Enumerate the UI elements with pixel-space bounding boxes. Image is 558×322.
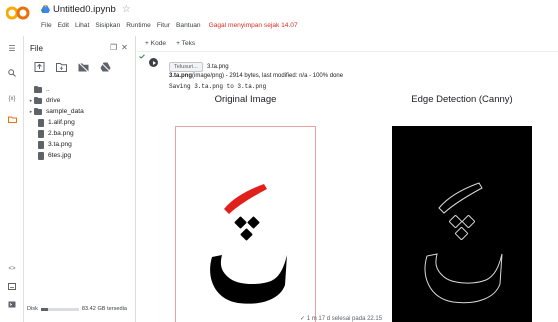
add-text-button[interactable]: + Teks bbox=[176, 40, 195, 47]
original-image bbox=[175, 126, 316, 322]
dot-right bbox=[247, 216, 260, 229]
menu-sisipkan[interactable]: Sisipkan bbox=[95, 22, 120, 29]
edge-outline-image bbox=[424, 182, 503, 304]
close-icon[interactable]: ✕ bbox=[121, 43, 128, 52]
file-tree: .. ▸ drive ▸ sample_data 1.alif.png 2.ba… bbox=[28, 84, 84, 161]
notebook-title-row: Untitled0.ipynb ☆ bbox=[41, 3, 131, 15]
execution-status-text: ✓ 1 m 17 d selesai pada 22.15 bbox=[300, 316, 383, 322]
tree-item-file[interactable]: 6tes.jpg bbox=[28, 150, 84, 161]
tree-item-label: 3.ta.png bbox=[48, 141, 72, 148]
app-header: Untitled0.ipynb ☆ File Edit Lihat Sisipk… bbox=[0, 0, 558, 36]
browse-button[interactable]: Telusuri... bbox=[169, 62, 203, 72]
variables-icon[interactable]: {x} bbox=[6, 93, 18, 105]
tree-item-parent[interactable]: .. bbox=[28, 84, 84, 95]
file-icon bbox=[38, 151, 44, 160]
letter-body bbox=[210, 255, 287, 304]
tree-item-label: sample_data bbox=[46, 108, 84, 115]
edge-letter-body bbox=[424, 253, 503, 304]
menu-fitur[interactable]: Fitur bbox=[157, 22, 170, 29]
folder-icon[interactable] bbox=[6, 113, 18, 125]
code-icon[interactable]: <> bbox=[6, 263, 18, 275]
files-toolbar bbox=[34, 62, 111, 72]
code-cell: Telusuri... 3.ta.png 3.ta.png(image/png)… bbox=[137, 54, 558, 322]
terminal-icon[interactable] bbox=[6, 280, 18, 292]
console-icon[interactable] bbox=[6, 298, 18, 310]
arabic-letter-image bbox=[210, 184, 287, 304]
open-tab-icon[interactable]: ❐ bbox=[110, 43, 117, 52]
tree-item-label: .. bbox=[46, 86, 50, 93]
upload-widget: Telusuri... 3.ta.png bbox=[169, 62, 229, 72]
disk-label: Disk bbox=[27, 306, 38, 312]
edge-dot-left bbox=[449, 215, 462, 228]
save-warning[interactable]: Gagal menyimpan sejak 14.07 bbox=[209, 22, 298, 29]
cell-status-gutter bbox=[137, 54, 147, 60]
tree-item-file[interactable]: 3.ta.png bbox=[28, 139, 84, 150]
file-icon bbox=[38, 118, 44, 127]
edge-detection-image bbox=[392, 126, 532, 322]
original-image-title: Original Image bbox=[214, 94, 277, 105]
add-code-button[interactable]: + Kode bbox=[145, 40, 166, 47]
dot-left bbox=[234, 216, 247, 229]
disk-usage: Disk 83.42 GB tersedia bbox=[27, 306, 127, 312]
colab-logo-icon[interactable] bbox=[6, 6, 30, 20]
tree-item-label: 1.alif.png bbox=[48, 119, 75, 126]
notebook-main: + Kode + Teks Telusuri... 3.ta.png 3.ta.… bbox=[137, 36, 558, 322]
edge-detection-title: Edge Detection (Canny) bbox=[411, 94, 513, 105]
upload-file-name: 3.ta.png bbox=[169, 73, 193, 79]
tree-item-file[interactable]: 1.alif.png bbox=[28, 117, 84, 128]
tree-item-label: 6tes.jpg bbox=[48, 152, 72, 159]
menu-runtime[interactable]: Runtime bbox=[126, 22, 151, 29]
files-panel-controls: ❐ ✕ bbox=[110, 43, 128, 52]
tree-item-file[interactable]: 2.ba.png bbox=[28, 128, 84, 139]
tree-item-sample-data[interactable]: ▸ sample_data bbox=[28, 106, 84, 117]
run-cell-button[interactable] bbox=[149, 58, 158, 67]
drive-icon bbox=[41, 5, 50, 13]
left-rail: ☰ {x} <> bbox=[0, 36, 24, 322]
execution-status-bar: ✓ 1 m 17 d selesai pada 22.15 bbox=[0, 315, 558, 322]
upload-info-line: 3.ta.png(image/png) - 2914 bytes, last m… bbox=[169, 73, 343, 79]
folder-icon bbox=[34, 107, 42, 115]
file-icon bbox=[38, 140, 44, 149]
toc-icon[interactable]: ☰ bbox=[6, 42, 18, 54]
tree-item-label: drive bbox=[46, 97, 61, 104]
saving-line: Saving 3.ta.png to 3.ta.png bbox=[169, 83, 267, 90]
upload-file-info: (image/png) - 2914 bytes, last modified:… bbox=[192, 73, 344, 79]
tree-item-drive[interactable]: ▸ drive bbox=[28, 95, 84, 106]
hide-drive-icon[interactable] bbox=[78, 62, 89, 72]
folder-icon bbox=[34, 85, 42, 93]
files-panel: File ❐ ✕ .. ▸ drive ▸ sample_data 1.alif… bbox=[24, 36, 136, 322]
menu-lihat[interactable]: Lihat bbox=[75, 22, 89, 29]
chosen-file-name: 3.ta.png bbox=[206, 64, 229, 70]
disk-usage-bar bbox=[40, 307, 79, 311]
menu-file[interactable]: File bbox=[41, 22, 52, 29]
menu-bar: File Edit Lihat Sisipkan Runtime Fitur B… bbox=[41, 20, 298, 30]
menu-bantuan[interactable]: Bantuan bbox=[176, 22, 201, 29]
fatha-mark bbox=[224, 184, 267, 214]
tree-item-label: 2.ba.png bbox=[48, 130, 74, 137]
cell-toolbar: + Kode + Teks bbox=[137, 36, 558, 52]
disk-usage-fill bbox=[40, 307, 49, 311]
files-panel-title: File bbox=[30, 44, 43, 53]
dot-bottom bbox=[240, 228, 253, 241]
mount-drive-icon[interactable] bbox=[100, 62, 111, 72]
edge-fatha bbox=[438, 182, 483, 214]
check-icon bbox=[139, 54, 145, 59]
edge-dot-right bbox=[462, 215, 475, 228]
notebook-title[interactable]: Untitled0.ipynb bbox=[53, 4, 116, 15]
folder-icon bbox=[34, 96, 42, 104]
edge-dot-bottom bbox=[455, 227, 468, 240]
upload-icon[interactable] bbox=[34, 62, 45, 72]
disk-free-text: 83.42 GB tersedia bbox=[81, 306, 127, 312]
star-icon[interactable]: ☆ bbox=[122, 4, 131, 15]
menu-edit[interactable]: Edit bbox=[58, 22, 69, 29]
search-icon[interactable] bbox=[6, 67, 18, 79]
new-folder-icon[interactable] bbox=[56, 62, 67, 72]
file-icon bbox=[38, 129, 44, 138]
